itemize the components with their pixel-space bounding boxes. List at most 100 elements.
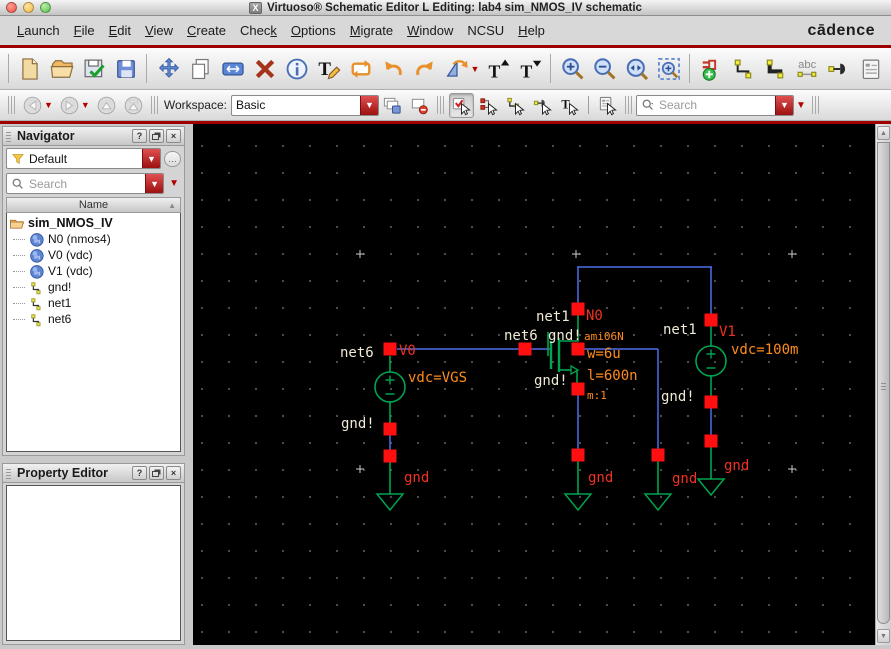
search-dropdown-button[interactable]: ▼ — [774, 95, 793, 115]
panel-grip[interactable] — [6, 467, 11, 479]
select-wire-button[interactable] — [503, 93, 528, 118]
menu-launch[interactable]: Launch — [10, 20, 67, 41]
add-instance-button[interactable] — [696, 54, 726, 84]
toolbar-grip[interactable] — [436, 96, 444, 114]
navigator-search-dropdown[interactable]: ▼ — [145, 174, 164, 193]
workspace-dropdown-button[interactable]: ▼ — [359, 95, 378, 115]
help-button[interactable]: ? — [132, 129, 147, 143]
menu-view[interactable]: View — [138, 20, 180, 41]
toolbar-search-box[interactable]: Search ▼ — [635, 94, 794, 116]
text-edit-button[interactable]: T — [314, 54, 344, 84]
save-button[interactable] — [111, 54, 141, 84]
pin-button[interactable] — [824, 54, 854, 84]
float-panel-button[interactable] — [149, 129, 164, 143]
stretch-button[interactable] — [218, 54, 248, 84]
tree-item-gnd-[interactable]: gnd! — [9, 279, 180, 295]
text-descend-button[interactable]: T — [515, 54, 545, 84]
select-pin-button[interactable] — [530, 93, 555, 118]
tree-item-sim-nmos-iv[interactable]: sim_NMOS_IV — [9, 215, 180, 231]
toolbar-grip[interactable] — [8, 96, 15, 114]
top-button[interactable] — [121, 93, 146, 118]
label-button[interactable]: abc — [792, 54, 822, 84]
tree-item-n0-nmos4-[interactable]: obj N0 (nmos4) — [9, 231, 180, 247]
copy-button[interactable] — [186, 54, 216, 84]
selection-handle[interactable] — [383, 449, 397, 463]
selection-handle[interactable] — [383, 422, 397, 436]
wide-wire-button[interactable] — [760, 54, 790, 84]
help-button[interactable]: ? — [132, 466, 147, 480]
delete-workspace-button[interactable] — [407, 93, 432, 118]
zoom-in-button[interactable] — [558, 54, 588, 84]
workspace-combobox[interactable]: Basic ▼ — [230, 94, 379, 116]
zoom-fit-button[interactable] — [622, 54, 652, 84]
menu-options[interactable]: Options — [284, 20, 343, 41]
select-instance-button[interactable] — [476, 93, 501, 118]
redo-button[interactable] — [410, 54, 440, 84]
repeat-button[interactable] — [346, 54, 376, 84]
tree-item-net6[interactable]: net6 — [9, 311, 180, 327]
open-button[interactable] — [47, 54, 77, 84]
menu-file[interactable]: File — [67, 20, 102, 41]
menu-ncsu[interactable]: NCSU — [460, 20, 511, 41]
menu-edit[interactable]: Edit — [102, 20, 138, 41]
selection-handle[interactable] — [383, 342, 397, 356]
selection-handle[interactable] — [571, 302, 585, 316]
select-label-button[interactable]: T — [557, 93, 582, 118]
text-ascend-button[interactable]: T — [483, 54, 513, 84]
selection-handle[interactable] — [704, 434, 718, 448]
toolbar-grip[interactable] — [146, 54, 149, 83]
tree-item-v0-vdc-[interactable]: obj V0 (vdc) — [9, 247, 180, 263]
search-options-caret[interactable]: ▼ — [794, 100, 808, 111]
new-file-button[interactable] — [15, 54, 45, 84]
move-button[interactable] — [154, 54, 184, 84]
ground-symbol[interactable] — [696, 478, 726, 497]
undo-button[interactable] — [378, 54, 408, 84]
toolbar-grip[interactable] — [550, 54, 553, 83]
selection-handle[interactable] — [518, 342, 532, 356]
save-workspace-button[interactable] — [380, 93, 405, 118]
delete-button[interactable] — [250, 54, 280, 84]
schematic-canvas[interactable]: net6 V0 vdc=VGS gnd! gnd net1 N0 net6 gnd! ami06N… — [193, 124, 875, 645]
scroll-down-button[interactable]: ▼ — [877, 629, 890, 643]
panel-grip[interactable] — [6, 130, 11, 142]
selection-handle[interactable] — [571, 448, 585, 462]
close-panel-button[interactable]: × — [166, 129, 181, 143]
ground-symbol[interactable] — [563, 493, 593, 512]
menu-check[interactable]: Check — [233, 20, 284, 41]
scroll-up-button[interactable]: ▲ — [877, 126, 890, 140]
zoom-selected-button[interactable] — [654, 54, 684, 84]
select-all-button[interactable] — [448, 92, 474, 118]
menu-create[interactable]: Create — [180, 20, 233, 41]
wire-button[interactable] — [728, 54, 758, 84]
menu-migrate[interactable]: Migrate — [343, 20, 400, 41]
ground-symbol[interactable] — [375, 493, 405, 512]
filter-more-button[interactable]: … — [164, 150, 181, 167]
toolbar-grip[interactable] — [688, 54, 691, 83]
toolbar-grip[interactable] — [8, 54, 11, 83]
query-button[interactable] — [595, 93, 620, 118]
tree-column-header[interactable]: Name ▲ — [6, 197, 181, 213]
dropdown-caret-icon[interactable]: ▼ — [81, 100, 90, 110]
save-check-button[interactable] — [79, 54, 109, 84]
navigator-titlebar[interactable]: Navigator ? × — [3, 127, 184, 146]
selection-handle[interactable] — [704, 395, 718, 409]
float-panel-button[interactable] — [149, 466, 164, 480]
filter-dropdown-button[interactable]: ▼ — [142, 149, 160, 168]
menu-help[interactable]: Help — [511, 20, 552, 41]
note-button[interactable] — [856, 54, 886, 84]
selection-handle[interactable] — [651, 448, 665, 462]
navigator-search-box[interactable]: Search ▼ — [6, 173, 165, 194]
selection-handle[interactable] — [704, 313, 718, 327]
toolbar-grip[interactable] — [150, 96, 158, 114]
dropdown-caret-icon[interactable]: ▼ — [471, 64, 480, 74]
ground-symbol[interactable] — [643, 493, 673, 512]
up-button[interactable] — [94, 93, 119, 118]
back-button[interactable]: ▼ — [20, 93, 55, 118]
forward-button[interactable]: ▼ — [57, 93, 92, 118]
tree-item-v1-vdc-[interactable]: obj V1 (vdc) — [9, 263, 180, 279]
selection-handle[interactable] — [571, 342, 585, 356]
rotate-button[interactable]: ▼ — [442, 54, 482, 84]
dock-splitter[interactable] — [185, 124, 193, 645]
tree-item-net1[interactable]: net1 — [9, 295, 180, 311]
scrollbar-thumb[interactable] — [877, 142, 890, 624]
